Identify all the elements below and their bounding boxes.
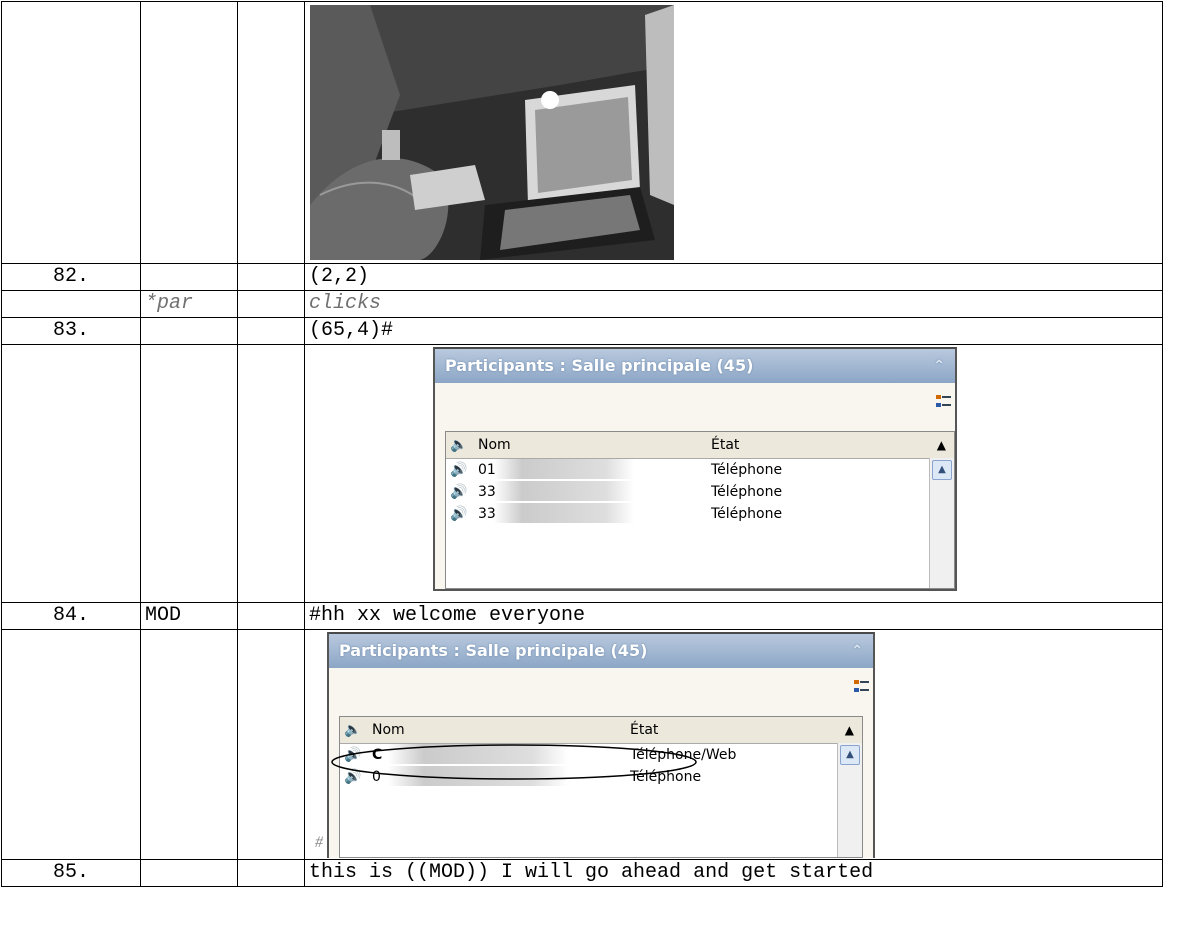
speaker-cell (140, 344, 238, 603)
participant-state: Téléphone (711, 506, 783, 522)
speaker-cell: MOD (140, 602, 238, 630)
redacted-blur (494, 459, 634, 479)
utterance-text: this is ((MOD)) I will go ahead and get … (304, 859, 1163, 887)
participants-list: 🔈 Nom État ▲ 🔊 01 Téléphone 🔊 33 Télépho… (445, 431, 955, 589)
line-number (1, 344, 141, 603)
extra-cell (237, 859, 305, 887)
transcript-row: 84. MOD #hh xx welcome everyone (1, 602, 1163, 630)
highlight-ellipse (331, 744, 697, 780)
extra-cell (237, 317, 305, 345)
utterance-text: #hh xx welcome everyone (304, 602, 1163, 630)
scrollbar[interactable]: ▲ (837, 743, 862, 857)
participant-row[interactable]: 🔊 01 Téléphone (446, 459, 954, 481)
extra-cell (237, 1, 305, 264)
list-header: 🔈 Nom État ▲ (446, 432, 954, 459)
extra-cell (237, 629, 305, 860)
participants-list: 🔈 Nom État ▲ 🔊 C Téléphone/Web 🔊 0 Télép… (339, 716, 863, 858)
redacted-blur (494, 503, 634, 523)
speaker-icon: 🔈 (450, 437, 468, 453)
line-number (1, 290, 141, 318)
collapse-icon[interactable]: ⌃ (851, 634, 863, 668)
transcript-row: # Participants : Salle principale (45) ⌃… (1, 629, 1163, 860)
sort-arrow-icon[interactable]: ▲ (845, 717, 854, 743)
speaker-cell: *par (140, 290, 238, 318)
sort-arrow-icon[interactable]: ▲ (937, 432, 946, 458)
participant-state: Téléphone (711, 462, 783, 478)
transcript-row: 85. this is ((MOD)) I will go ahead and … (1, 859, 1163, 887)
transcript-row: 83. (65,4)# (1, 317, 1163, 345)
participants-panel: Participants : Salle principale (45) ⌃ 🔈… (433, 347, 957, 591)
transcript-row (1, 1, 1163, 264)
speaker-cell (140, 263, 238, 291)
participants-panel: Participants : Salle principale (45) ⌃ 🔈… (327, 632, 875, 858)
panel-title: Participants : Salle principale (45) (445, 356, 754, 375)
content-cell: # Participants : Salle principale (45) ⌃… (304, 629, 1163, 860)
extra-cell (237, 344, 305, 603)
transcript-table: 82. (2,2) *par clicks 83. (65,4)# # Part… (1, 1, 1163, 887)
redacted-blur (494, 481, 634, 501)
participant-state: Téléphone (711, 484, 783, 500)
panel-header: Participants : Salle principale (45) ⌃ (329, 634, 873, 668)
list-options-icon[interactable] (853, 678, 869, 696)
transcript-row: *par clicks (1, 290, 1163, 318)
column-name[interactable]: Nom (478, 432, 511, 458)
participant-row[interactable]: 🔊 33 Téléphone (446, 503, 954, 525)
line-number: 85. (1, 859, 141, 887)
list-options-icon[interactable] (935, 393, 951, 411)
panel-header: Participants : Salle principale (45) ⌃ (435, 349, 955, 383)
column-name[interactable]: Nom (372, 717, 405, 743)
scroll-up-button[interactable]: ▲ (932, 460, 952, 480)
content-cell: # Participants : Salle principale (45) ⌃… (304, 344, 1163, 603)
transcript-row: 82. (2,2) (1, 263, 1163, 291)
utterance-text: (2,2) (304, 263, 1163, 291)
phone-speaker-icon: 🔊 (450, 462, 468, 478)
video-still-photo (310, 5, 674, 260)
collapse-icon[interactable]: ⌃ (933, 349, 945, 383)
line-number (1, 629, 141, 860)
column-state[interactable]: État (711, 432, 739, 458)
extra-cell (237, 290, 305, 318)
column-state[interactable]: État (630, 717, 658, 743)
phone-speaker-icon: 🔊 (450, 484, 468, 500)
speaker-cell (140, 859, 238, 887)
speaker-cell (140, 629, 238, 860)
line-number (1, 1, 141, 264)
speaker-icon: 🔈 (344, 722, 362, 738)
participant-row[interactable]: 🔊 33 Téléphone (446, 481, 954, 503)
speaker-cell (140, 1, 238, 264)
transcript-row: # Participants : Salle principale (45) ⌃… (1, 344, 1163, 603)
line-number: 83. (1, 317, 141, 345)
sync-marker: # (315, 834, 323, 851)
line-number: 82. (1, 263, 141, 291)
scroll-up-button[interactable]: ▲ (840, 745, 860, 765)
extra-cell (237, 602, 305, 630)
extra-cell (237, 263, 305, 291)
panel-title: Participants : Salle principale (45) (339, 641, 648, 660)
content-cell (304, 1, 1163, 264)
line-number: 84. (1, 602, 141, 630)
utterance-text: (65,4)# (304, 317, 1163, 345)
scrollbar[interactable]: ▲ (929, 458, 954, 588)
action-text: clicks (304, 290, 1163, 318)
speaker-cell (140, 317, 238, 345)
list-header: 🔈 Nom État ▲ (340, 717, 862, 744)
phone-speaker-icon: 🔊 (450, 506, 468, 522)
